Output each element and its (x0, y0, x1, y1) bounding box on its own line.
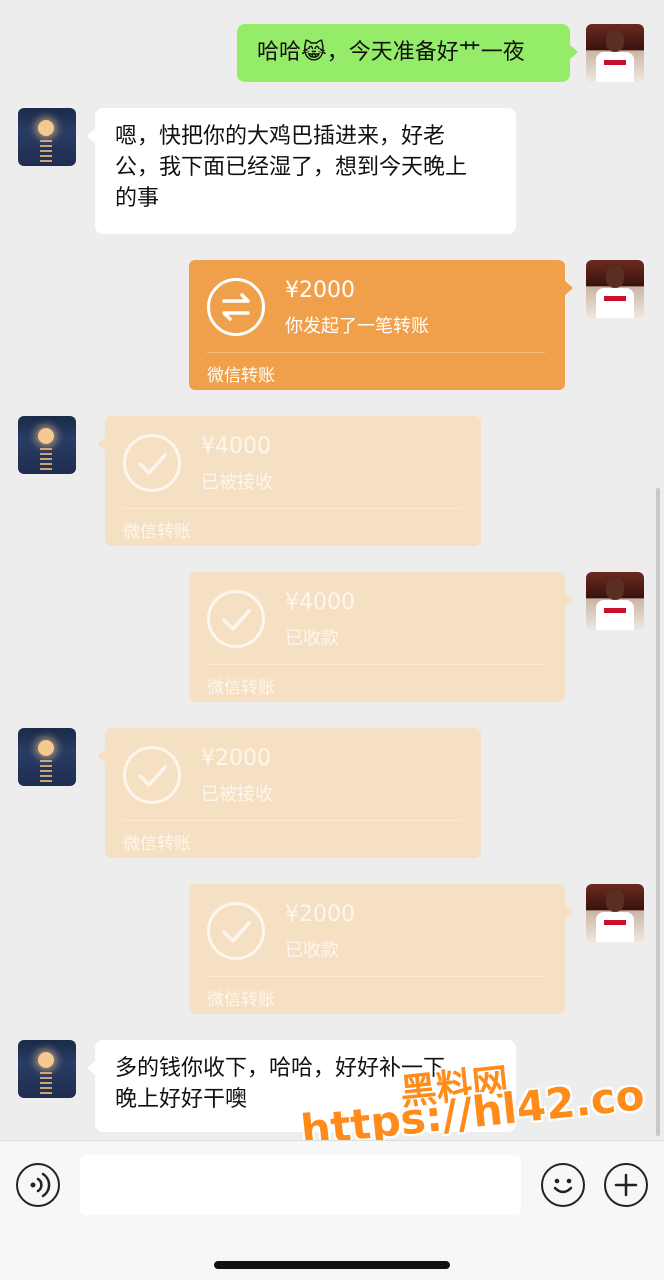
emoji-icon[interactable] (541, 1163, 585, 1207)
avatar-self[interactable] (586, 884, 644, 942)
transfer-label: 微信转账 (207, 990, 275, 1010)
message-text: 哈哈😹，今天准备好艹一夜 (257, 40, 525, 65)
transfer-label: 微信转账 (123, 522, 191, 542)
home-indicator[interactable] (214, 1261, 450, 1269)
transfer-card[interactable]: ¥4000 已被接收 微信转账 (97, 416, 481, 546)
transfer-arrows-icon (207, 278, 265, 336)
transfer-status: 你发起了一笔转账 (285, 316, 429, 337)
message-text-line: 的事 (115, 186, 160, 211)
transfer-status: 已被接收 (201, 784, 273, 805)
message-text-line: 公，我下面已经湿了，想到今天晚上 (115, 155, 468, 180)
avatar-contact[interactable] (18, 416, 76, 474)
transfer-card[interactable]: ¥4000 已收款 微信转账 (189, 572, 573, 702)
transfer-label: 微信转账 (123, 834, 191, 854)
checkmark-icon (123, 746, 181, 804)
divider (123, 820, 461, 821)
message-bubble[interactable]: 嗯，快把你的大鸡巴插进来，好老 公，我下面已经湿了，想到今天晚上 的事 (87, 108, 516, 234)
avatar-self[interactable] (586, 24, 644, 82)
transfer-status: 已收款 (285, 628, 339, 649)
message-bubble[interactable]: 哈哈😹，今天准备好艹一夜 (237, 24, 578, 82)
divider (207, 352, 545, 353)
transfer-card[interactable]: ¥2000 你发起了一笔转账 微信转账 (189, 260, 573, 390)
plus-icon[interactable] (604, 1163, 648, 1207)
transfer-amount: ¥4000 (285, 590, 355, 615)
chat-area: 哈哈😹，今天准备好艹一夜 嗯，快把你的大鸡巴插进来，好老 公，我下面已经湿了，想… (0, 0, 664, 1140)
transfer-label: 微信转账 (207, 678, 275, 698)
checkmark-icon (123, 434, 181, 492)
scrollbar[interactable] (656, 488, 660, 1136)
checkmark-icon (207, 902, 265, 960)
input-bar (0, 1140, 664, 1280)
message-text-line: 嗯，快把你的大鸡巴插进来，好老 (115, 124, 446, 149)
transfer-card[interactable]: ¥2000 已收款 微信转账 (189, 884, 573, 1014)
transfer-amount: ¥2000 (201, 746, 271, 771)
message-input[interactable] (80, 1155, 521, 1215)
transfer-amount: ¥2000 (285, 902, 355, 927)
divider (123, 508, 461, 509)
avatar-self[interactable] (586, 572, 644, 630)
divider (207, 976, 545, 977)
voice-icon[interactable] (16, 1163, 60, 1207)
avatar-contact[interactable] (18, 108, 76, 166)
divider (207, 664, 545, 665)
avatar-contact[interactable] (18, 1040, 76, 1098)
avatar-contact[interactable] (18, 728, 76, 786)
transfer-status: 已被接收 (201, 472, 273, 493)
transfer-amount: ¥2000 (285, 278, 355, 303)
transfer-card[interactable]: ¥2000 已被接收 微信转账 (97, 728, 481, 858)
transfer-label: 微信转账 (207, 366, 275, 386)
avatar-self[interactable] (586, 260, 644, 318)
transfer-status: 已收款 (285, 940, 339, 961)
transfer-amount: ¥4000 (201, 434, 271, 459)
checkmark-icon (207, 590, 265, 648)
